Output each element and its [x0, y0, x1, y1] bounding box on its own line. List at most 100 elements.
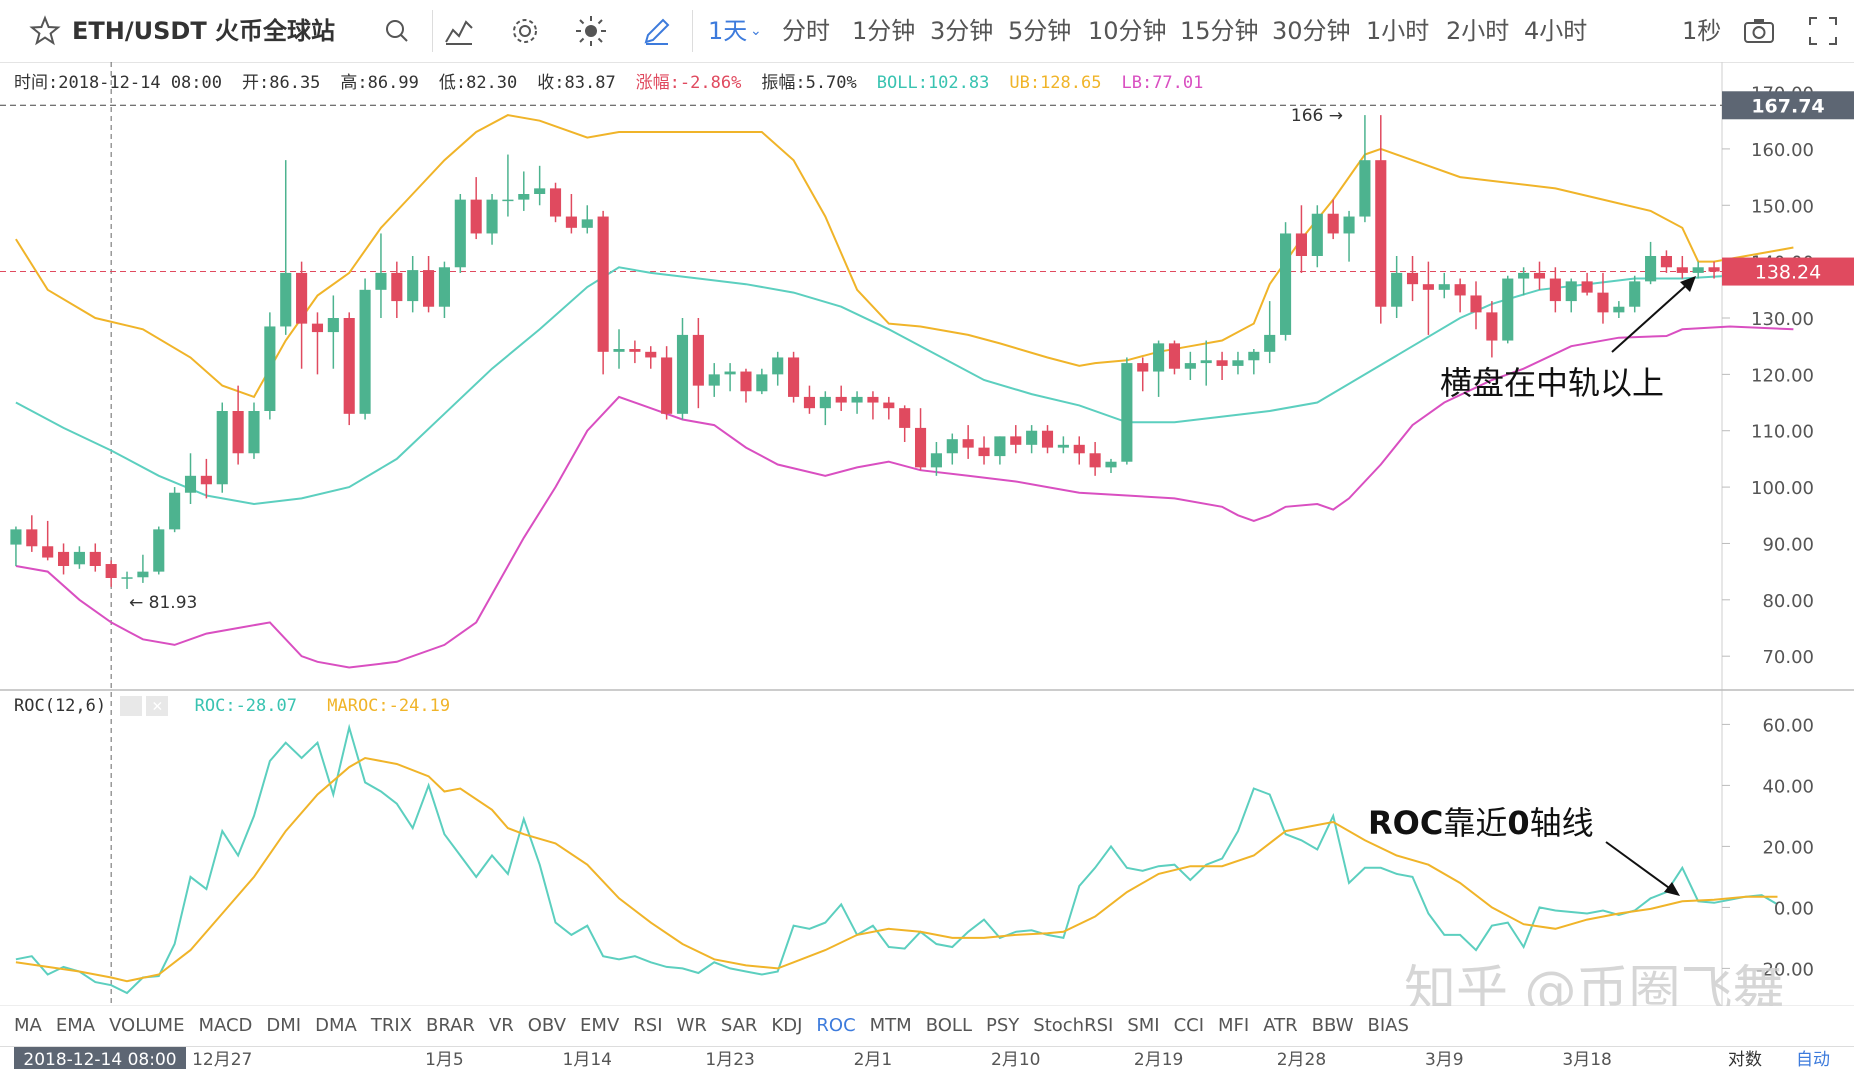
date-tick-label: 2月1 [854, 1050, 893, 1069]
indicator-tab[interactable]: BBW [1312, 1006, 1354, 1046]
candle-down [1137, 363, 1149, 372]
candle-down [1422, 284, 1434, 290]
price-tick-label: 120.00 [1751, 365, 1814, 386]
candle-up [1232, 360, 1244, 366]
indicator-tab[interactable]: MACD [198, 1006, 252, 1046]
price-tick-label: 80.00 [1762, 591, 1814, 612]
roc-tick-label: 20.00 [1762, 837, 1814, 858]
log-scale-toggle[interactable]: 对数 [1728, 1050, 1762, 1069]
candle-up [819, 396, 831, 409]
indicator-tab[interactable]: VOLUME [109, 1006, 184, 1046]
indicator-tab[interactable]: OBV [528, 1006, 566, 1046]
candle-up [613, 349, 625, 352]
candle-down [692, 334, 704, 386]
indicator-tab[interactable]: RSI [633, 1006, 662, 1046]
candle-up [454, 199, 466, 268]
indicator-tab[interactable]: CCI [1174, 1006, 1204, 1046]
low-price-marker: ← 81.93 [129, 593, 197, 613]
candle-up [1359, 160, 1371, 217]
candle-down [1089, 453, 1101, 468]
candle-down [42, 546, 54, 558]
candle-down [1168, 343, 1181, 369]
candle-down [1216, 360, 1228, 366]
candle-up [73, 551, 85, 565]
candle-up [1613, 306, 1625, 313]
candle-down [470, 199, 482, 234]
chart-canvas[interactable]: 70.00 80.00 90.00 100.00 110.00 120.00 130.00 1… [0, 0, 1854, 1006]
indicator-tab[interactable]: BOLL [926, 1006, 972, 1046]
candle-down [1454, 284, 1466, 296]
indicator-tab[interactable]: MTM [870, 1006, 912, 1046]
candle-down [914, 427, 927, 468]
candle-down [1327, 213, 1339, 234]
candle-down [867, 396, 879, 403]
candle-up [1121, 363, 1133, 462]
candle-up [946, 439, 958, 454]
indicator-tab[interactable]: MFI [1218, 1006, 1249, 1046]
auto-scale-toggle[interactable]: 自动 [1796, 1050, 1830, 1069]
roc-line [15, 723, 1779, 995]
candle-up [121, 577, 133, 579]
close-icon[interactable]: ✕ [146, 696, 169, 716]
indicator-tab[interactable]: MA [14, 1006, 42, 1046]
indicator-tab[interactable]: WR [677, 1006, 707, 1046]
candle-up [169, 492, 181, 530]
high-price-marker: 166 → [1291, 106, 1343, 126]
indicator-tab[interactable]: ROC [816, 1006, 855, 1046]
maroc-value: MAROC:-24.19 [327, 696, 451, 716]
indicator-tab[interactable]: BRAR [426, 1006, 475, 1046]
candle-down [899, 408, 911, 428]
indicator-tab[interactable]: ATR [1263, 1006, 1297, 1046]
candle-down [343, 318, 355, 414]
candle-up [264, 326, 276, 411]
indicator-tab[interactable]: StochRSI [1033, 1006, 1113, 1046]
candle-up [676, 334, 689, 414]
candle-up [1438, 284, 1450, 290]
indicator-tab[interactable]: PSY [986, 1006, 1019, 1046]
candle-down [883, 402, 895, 409]
indicator-tab[interactable]: EMA [56, 1006, 95, 1046]
candle-down [1470, 295, 1482, 313]
candle-up [534, 188, 546, 194]
candle-down [803, 396, 816, 409]
roc-note: ROC靠近0轴线 [1368, 804, 1594, 842]
candle-up [248, 411, 260, 454]
indicator-tab[interactable]: BIAS [1368, 1006, 1409, 1046]
roc-lines [15, 723, 1779, 995]
date-tick-label: 2月19 [1134, 1050, 1183, 1069]
boll-note: 横盘在中轨以上 [1440, 364, 1664, 402]
candle-up [1311, 213, 1323, 256]
candle-up [137, 571, 149, 578]
indicator-tab[interactable]: DMA [315, 1006, 357, 1046]
gear-icon[interactable] [120, 696, 143, 716]
candle-up [216, 411, 228, 485]
axes: 70.00 80.00 90.00 100.00 110.00 120.00 130.00 1… [1722, 84, 1854, 980]
indicator-tab[interactable]: KDJ [771, 1006, 802, 1046]
indicator-tab[interactable]: SMI [1127, 1006, 1159, 1046]
date-axis: 2018-12-14 08:00 12月27 1月5 1月14 1月23 2月1 2月10 2… [0, 1046, 1854, 1069]
candle-up [486, 199, 498, 234]
roc-info: ROC(12,6) ✕ ROC:-28.07 MAROC:-24.19 [14, 696, 450, 722]
annotations: ← 81.93 166 → 横盘在中轨以上 ROC靠近0轴线知乎 @币圈飞舞 [129, 106, 1785, 1006]
candle-down [1010, 436, 1022, 445]
date-tick-label: 3月18 [1562, 1050, 1611, 1069]
candle-down [1708, 267, 1720, 272]
candle-up [1502, 278, 1514, 341]
candle-up [518, 194, 530, 200]
date-tick-label: 1月23 [705, 1050, 754, 1069]
price-tick-label: 90.00 [1762, 534, 1814, 555]
candle-down [597, 216, 609, 352]
indicator-tab[interactable]: TRIX [371, 1006, 412, 1046]
candle-down [1295, 233, 1307, 256]
candle-down [629, 349, 641, 352]
indicator-tab[interactable]: SAR [721, 1006, 758, 1046]
candle-up [708, 374, 720, 386]
indicator-tab[interactable]: EMV [580, 1006, 619, 1046]
candle-down [423, 270, 435, 307]
indicator-tab[interactable]: DMI [266, 1006, 301, 1046]
candle-down [1073, 444, 1085, 454]
candle-up [359, 289, 371, 414]
indicator-tab[interactable]: VR [489, 1006, 514, 1046]
candle-up [1057, 444, 1069, 448]
date-tick-label: 2月28 [1277, 1050, 1326, 1069]
